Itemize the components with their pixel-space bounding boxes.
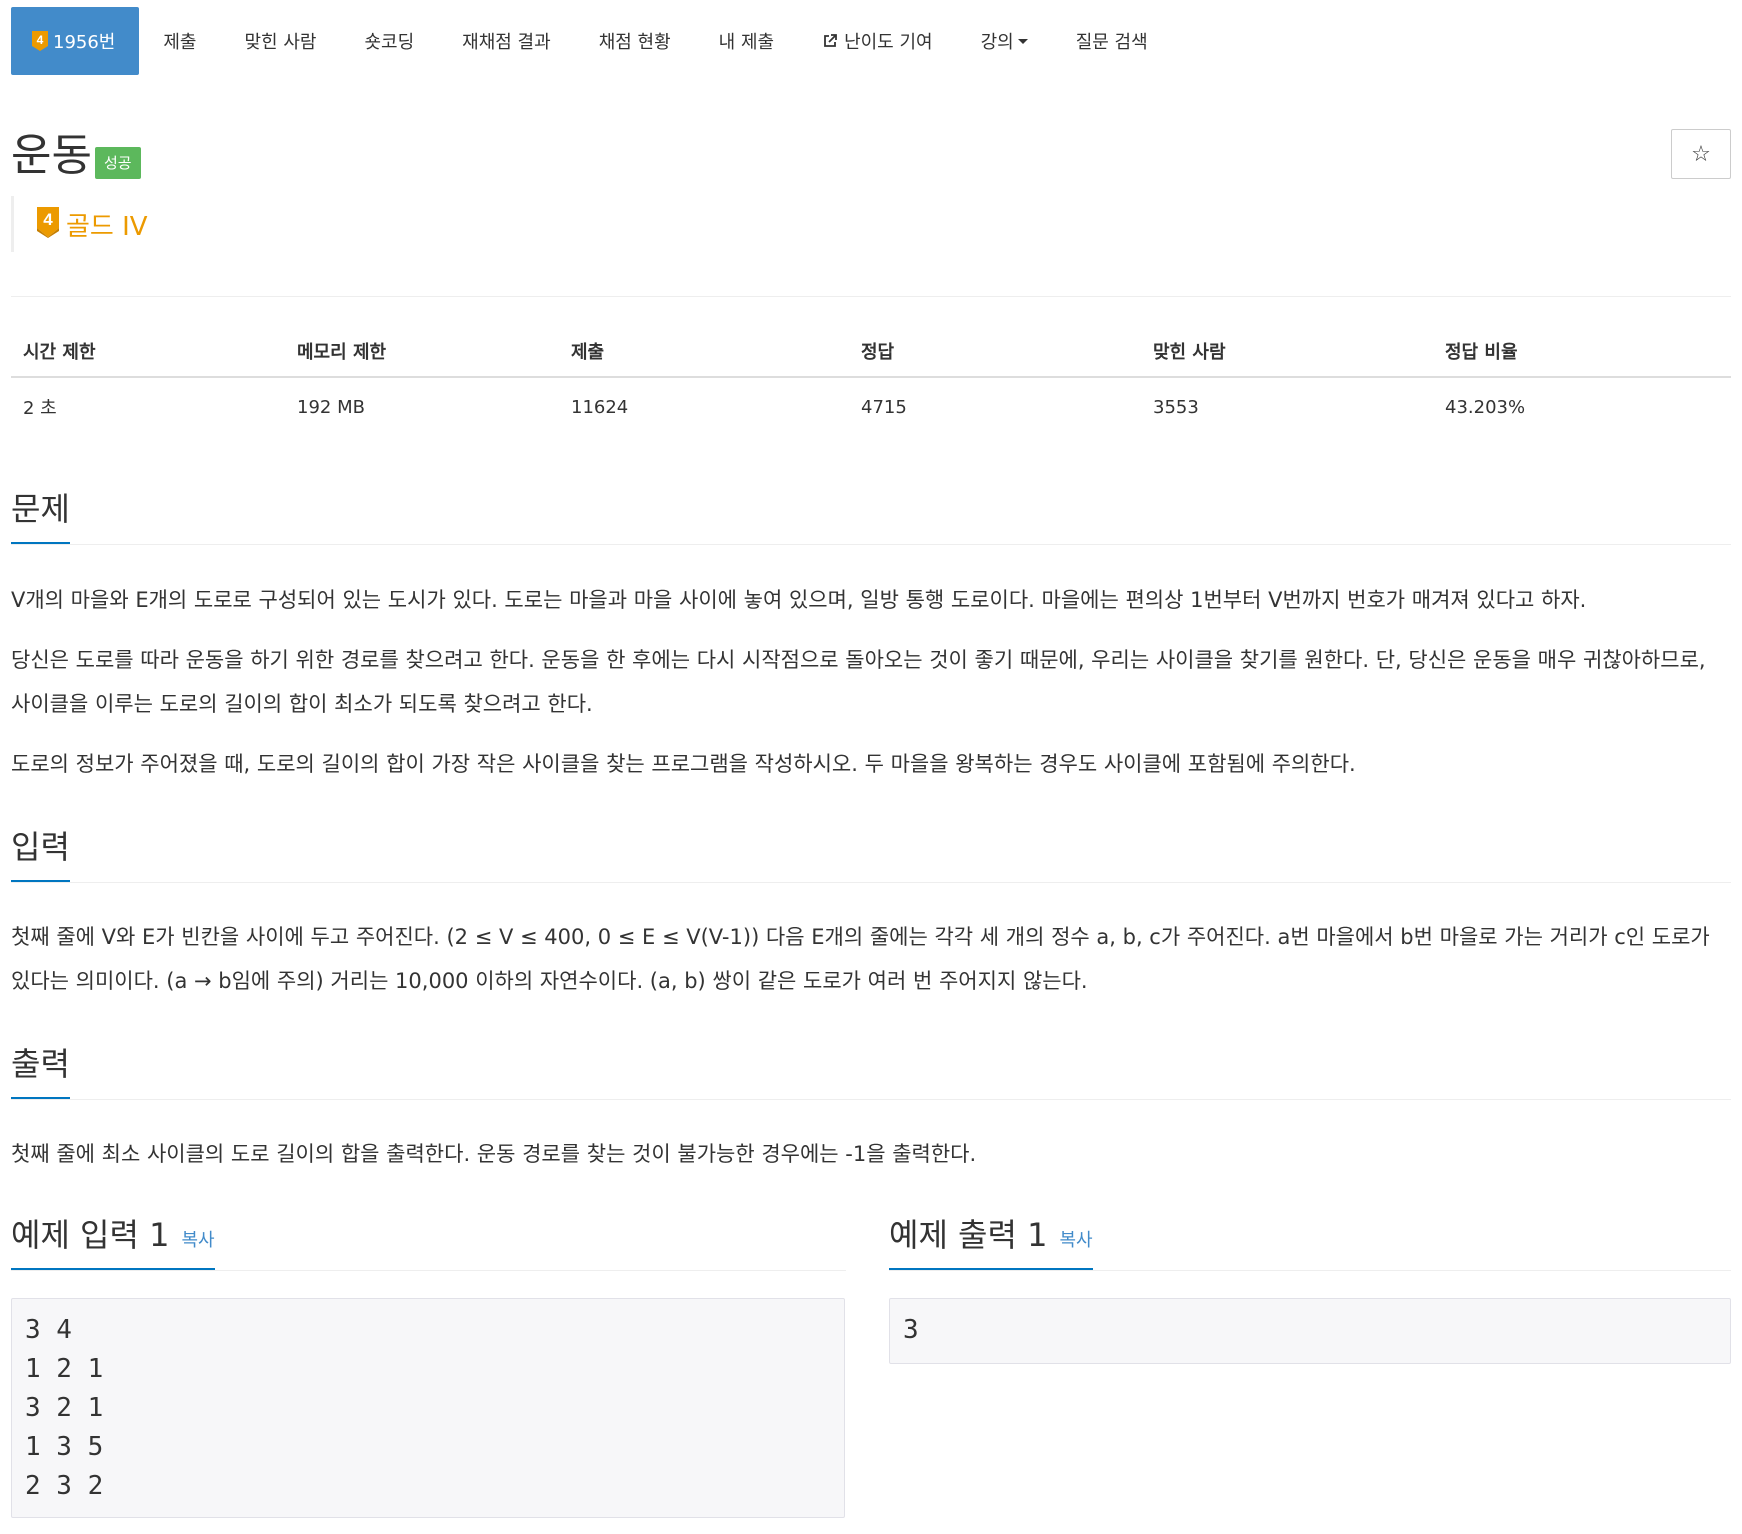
status-badge: 성공	[95, 147, 141, 179]
star-icon: ☆	[1691, 141, 1711, 167]
sample-output-box[interactable]: 3	[889, 1298, 1731, 1364]
nav-my-submissions-label: 내 제출	[718, 32, 775, 53]
nav-judge-status[interactable]: 채점 현황	[575, 7, 695, 75]
gold-tier-icon: 4	[36, 206, 60, 242]
heading-rule	[11, 882, 1731, 883]
nav-submit[interactable]: 제출	[139, 7, 220, 75]
info-time-limit: 2 초	[23, 398, 57, 419]
input-paragraph: 첫째 줄에 V와 E가 빈칸을 사이에 두고 주어진다. (2 ≤ V ≤ 40…	[11, 925, 1710, 993]
nav-lectures-dropdown[interactable]: 강의	[957, 7, 1052, 75]
info-header-memory-limit: 메모리 제한	[285, 330, 559, 378]
output-heading: 출력	[11, 1039, 70, 1100]
problem-tier: 4 골드 IV	[11, 196, 148, 252]
nav-rejudge-results[interactable]: 재채점 결과	[438, 7, 575, 75]
heading-rule	[11, 1270, 846, 1271]
problem-title: 운동	[11, 130, 92, 181]
sample-output-title: 예제 출력 1	[889, 1216, 1048, 1254]
info-header-submissions: 제출	[559, 330, 849, 378]
nav-difficulty-contribution[interactable]: 난이도 기여	[798, 7, 957, 75]
sample-output-heading-text: 예제 출력 1 복사	[889, 1210, 1093, 1271]
info-ratio: 43.203%	[1445, 396, 1526, 418]
nav-solved-users[interactable]: 맞힌 사람	[221, 7, 341, 75]
copy-sample-output-button[interactable]: 복사	[1059, 1230, 1092, 1251]
favorite-star-button[interactable]: ☆	[1671, 129, 1731, 179]
nav-problem-number[interactable]: 4 1956번	[11, 7, 140, 75]
output-section-heading: 출력	[11, 1039, 1731, 1100]
info-correct: 4715	[861, 396, 907, 418]
info-header-time-limit: 시간 제한	[11, 330, 285, 378]
sample-output-heading: 예제 출력 1 복사	[889, 1210, 1731, 1271]
sample-input-box[interactable]: 3 4 1 2 1 3 2 1 1 3 5 2 3 2	[11, 1298, 845, 1518]
nav-short-coding[interactable]: 숏코딩	[340, 7, 438, 75]
nav-my-submissions[interactable]: 내 제출	[695, 7, 798, 75]
problem-section-heading: 문제	[11, 484, 1731, 545]
heading-rule	[889, 1270, 1731, 1271]
heading-rule	[11, 1099, 1731, 1100]
nav-submit-label: 제출	[163, 32, 197, 53]
nav-short-coding-label: 숏코딩	[364, 32, 415, 53]
output-paragraph: 첫째 줄에 최소 사이클의 도로 길이의 합을 출력한다. 운동 경로를 찾는 …	[11, 1142, 977, 1166]
nav-question-search[interactable]: 질문 검색	[1052, 7, 1172, 75]
tier-icon-number: 4	[43, 210, 53, 229]
problem-heading: 문제	[11, 484, 70, 545]
external-link-icon	[822, 33, 838, 49]
problem-paragraph-3: 도로의 정보가 주어졌을 때, 도로의 길이의 합이 가장 작은 사이클을 찾는…	[11, 752, 1356, 776]
nav-difficulty-contribution-label: 난이도 기여	[844, 32, 933, 53]
info-header-correct: 정답	[849, 330, 1141, 378]
copy-sample-input-button[interactable]: 복사	[181, 1230, 214, 1251]
heading-rule	[11, 544, 1731, 545]
caret-down-icon	[1017, 38, 1028, 44]
tier-label: 골드 IV	[66, 211, 148, 242]
problem-page: 4 1956번 제출 맞힌 사람 숏코딩 재채점 결과 채점 현황 내 제출 난…	[11, 0, 1731, 1518]
nav-solved-users-label: 맞힌 사람	[244, 32, 317, 53]
info-header-ratio: 정답 비율	[1433, 330, 1731, 378]
nav-lectures-label: 강의	[980, 32, 1014, 53]
problem-info-table: 시간 제한 메모리 제한 제출 정답 맞힌 사람 정답 비율 2 초 192 M…	[11, 330, 1731, 436]
problem-nav: 4 1956번 제출 맞힌 사람 숏코딩 재채점 결과 채점 현황 내 제출 난…	[11, 7, 1731, 75]
info-header-solved-users: 맞힌 사람	[1141, 330, 1433, 378]
nav-problem-number-label: 1956번	[53, 32, 116, 53]
info-solved-users: 3553	[1153, 396, 1199, 418]
input-section-heading: 입력	[11, 822, 1731, 883]
sample-input-title: 예제 입력 1	[11, 1216, 170, 1254]
nav-question-search-label: 질문 검색	[1075, 32, 1148, 53]
divider	[11, 296, 1731, 297]
gold-tier-badge-icon: 4	[31, 30, 49, 52]
sample-input-heading: 예제 입력 1 복사	[11, 1210, 846, 1271]
info-value-row: 2 초 192 MB 11624 4715 3553 43.203%	[11, 377, 1731, 436]
nav-judge-status-label: 채점 현황	[598, 32, 671, 53]
nav-rejudge-results-label: 재채점 결과	[462, 32, 551, 53]
problem-paragraph-2: 당신은 도로를 따라 운동을 하기 위한 경로를 찾으려고 한다. 운동을 한 …	[11, 648, 1706, 716]
input-heading: 입력	[11, 822, 70, 883]
problem-paragraph-1: V개의 마을와 E개의 도로로 구성되어 있는 도시가 있다. 도로는 마을과 …	[11, 588, 1587, 612]
tier-badge-number: 4	[37, 33, 44, 47]
info-memory-limit: 192 MB	[297, 396, 365, 418]
info-submissions: 11624	[571, 396, 629, 418]
sample-input-heading-text: 예제 입력 1 복사	[11, 1210, 215, 1271]
problem-title-row: 운동 성공 ☆	[11, 126, 1731, 186]
info-header-row: 시간 제한 메모리 제한 제출 정답 맞힌 사람 정답 비율	[11, 330, 1731, 378]
